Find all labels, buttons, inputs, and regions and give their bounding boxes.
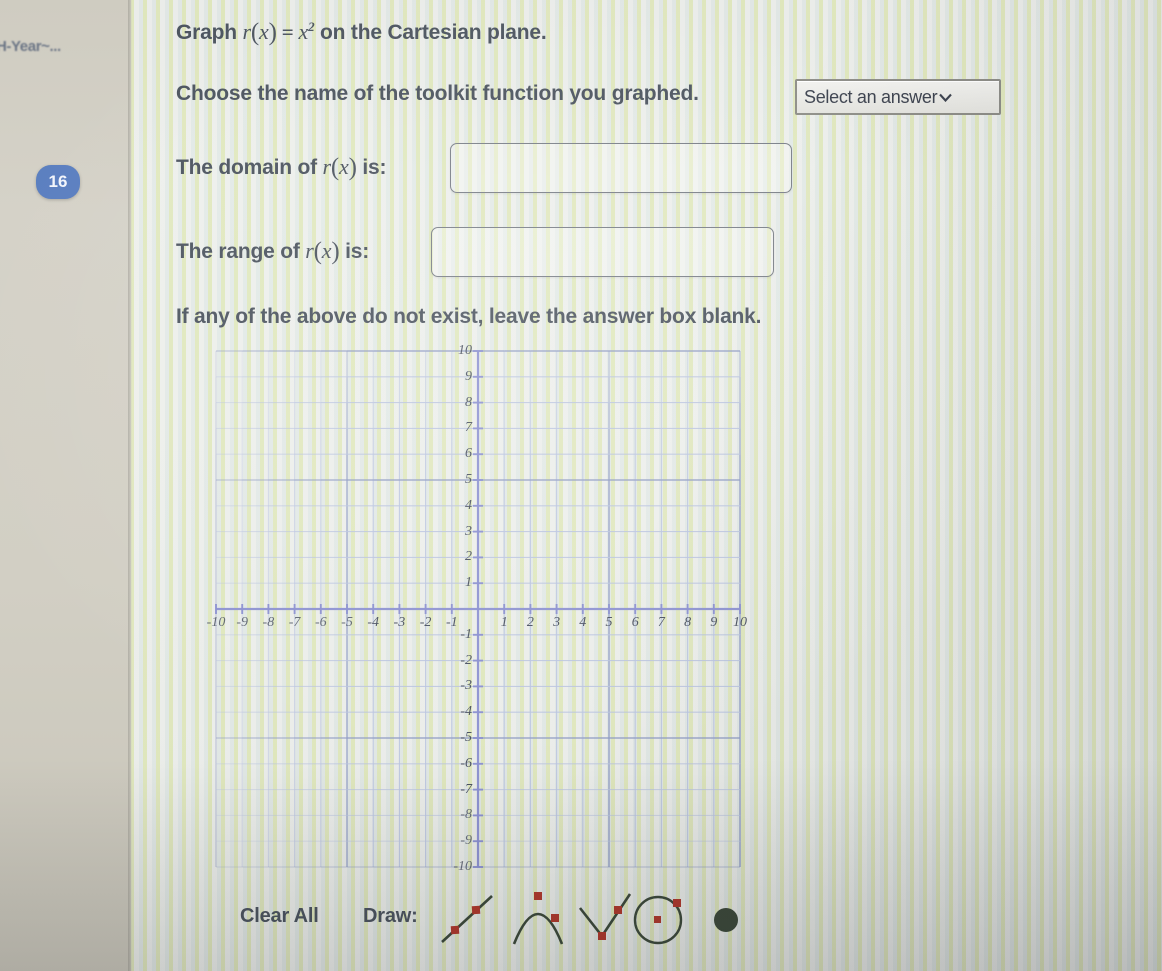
close-paren: ) bbox=[268, 19, 277, 46]
y-tick-label: -3 bbox=[460, 678, 472, 694]
x-tick-label: 2 bbox=[526, 615, 534, 630]
x-tick-label: 3 bbox=[553, 615, 561, 630]
x-tick-label: -7 bbox=[288, 615, 301, 630]
range-function-argument: x bbox=[321, 238, 332, 263]
select-an-answer-dropdown[interactable]: Select an answer bbox=[795, 79, 1001, 115]
bezel-seam bbox=[128, 0, 132, 971]
y-tick-label: -6 bbox=[460, 755, 472, 771]
line-tool[interactable] bbox=[436, 888, 500, 952]
x-tick-label: -2 bbox=[419, 615, 432, 630]
y-tick-label: 2 bbox=[465, 549, 472, 565]
y-tick-label: 9 bbox=[465, 368, 472, 384]
range-open-paren: ( bbox=[313, 238, 322, 265]
x-tick-label: -4 bbox=[367, 615, 380, 630]
y-tick-label: 3 bbox=[465, 523, 472, 539]
clear-all-button[interactable]: Clear All bbox=[240, 905, 319, 928]
x-tick-label: 6 bbox=[631, 615, 639, 630]
domain-prefix: The domain of bbox=[176, 156, 323, 179]
question-number-badge[interactable]: 16 bbox=[36, 165, 80, 199]
y-tick-label: 7 bbox=[465, 420, 472, 436]
x-tick-label: -6 bbox=[314, 615, 327, 630]
prompt-choose-toolkit: Choose the name of the toolkit function … bbox=[176, 82, 699, 105]
x-tick-label: 9 bbox=[710, 615, 718, 630]
function-name: r bbox=[242, 19, 251, 44]
point-tool[interactable] bbox=[700, 888, 764, 952]
y-tick-label: 1 bbox=[465, 575, 472, 591]
range-prefix: The range of bbox=[176, 240, 306, 263]
x-tick-label: 10 bbox=[733, 615, 747, 630]
y-tick-label: 4 bbox=[465, 497, 472, 513]
y-tick-label: -10 bbox=[453, 859, 472, 874]
x-tick-label: 4 bbox=[579, 615, 587, 630]
prompt-suffix: on the Cartesian plane. bbox=[314, 21, 547, 44]
y-tick-label: -7 bbox=[460, 781, 472, 797]
y-tick-label: 6 bbox=[465, 446, 472, 462]
x-tick-label: -10 bbox=[206, 615, 226, 630]
domain-close-paren: ) bbox=[348, 154, 357, 181]
open-paren: ( bbox=[250, 19, 259, 46]
y-tick-label: 8 bbox=[465, 394, 472, 410]
y-tick-label: 10 bbox=[458, 343, 472, 358]
prompt-range: The range of r(x) is: bbox=[176, 237, 369, 265]
sidebar-title: H-Year~... bbox=[0, 38, 61, 55]
y-tick-label: -2 bbox=[460, 652, 472, 668]
cartesian-graph[interactable]: -10 -9 -8 -7 -6 -5 -4 -3 -2 -1 1 2 3 4 5 6 7 8 9 10 10 9 8 7 6 5 4… bbox=[207, 344, 747, 874]
range-answer-input[interactable] bbox=[431, 227, 774, 277]
parabola-tool[interactable] bbox=[508, 888, 572, 952]
range-suffix: is: bbox=[339, 240, 370, 263]
domain-open-paren: ( bbox=[330, 154, 340, 181]
x-tick-label: -8 bbox=[262, 615, 275, 630]
draw-label: Draw: bbox=[363, 905, 418, 927]
x-tick-label: -3 bbox=[393, 615, 406, 630]
range-close-paren: ) bbox=[331, 238, 340, 265]
x-tick-label: 8 bbox=[684, 615, 692, 630]
prompt-prefix: Graph bbox=[176, 21, 243, 44]
circle-tool[interactable] bbox=[628, 888, 692, 952]
y-tick-label: -8 bbox=[460, 807, 472, 823]
y-tick-label: 5 bbox=[465, 472, 472, 487]
y-tick-label: -5 bbox=[460, 730, 472, 745]
range-function-name: r bbox=[305, 238, 314, 263]
equals-sign: = bbox=[281, 20, 294, 44]
domain-answer-input[interactable] bbox=[450, 143, 792, 193]
y-tick-label: -4 bbox=[460, 704, 472, 720]
domain-function-name: r bbox=[322, 154, 332, 179]
chevron-down-icon bbox=[939, 90, 953, 105]
function-argument: x bbox=[259, 19, 269, 44]
prompt-graph-equation: Graph r(x) = x2 on the Cartesian plane. bbox=[176, 18, 547, 46]
device-bezel bbox=[0, 0, 131, 971]
select-label: Select an answer bbox=[804, 86, 938, 107]
expression-base: x bbox=[298, 19, 309, 44]
prompt-blank-note: If any of the above do not exist, leave … bbox=[176, 305, 762, 328]
y-tick-label: -9 bbox=[460, 833, 472, 849]
y-tick-label: -1 bbox=[460, 626, 472, 642]
domain-function-argument: x bbox=[339, 154, 349, 179]
x-tick-label: -9 bbox=[236, 615, 249, 630]
x-tick-label: 7 bbox=[657, 615, 665, 630]
domain-suffix: is: bbox=[356, 156, 387, 179]
grid-svg bbox=[215, 350, 741, 868]
x-tick-label: -5 bbox=[341, 615, 353, 630]
x-tick-label: 1 bbox=[500, 615, 508, 630]
x-tick-label: 5 bbox=[605, 615, 613, 630]
prompt-domain: The domain of r(x) is: bbox=[176, 153, 387, 181]
